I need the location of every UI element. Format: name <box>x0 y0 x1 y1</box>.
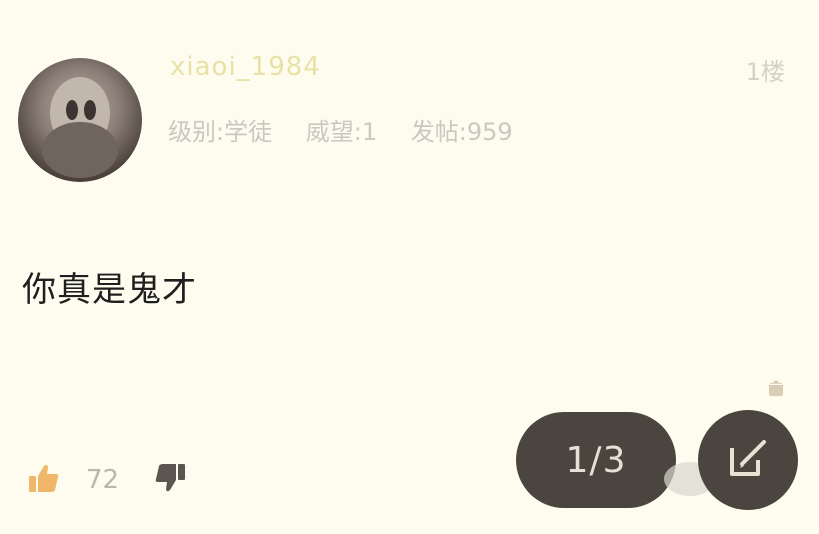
username[interactable]: xiaoi_1984 <box>170 52 321 82</box>
user-post-count: 发帖:959 <box>410 118 513 146</box>
floor-number: 1楼 <box>745 58 785 86</box>
post-content: 你真是鬼才 <box>22 270 197 310</box>
like-count: 72 <box>86 465 120 495</box>
reaction-bar: 72 <box>24 458 191 502</box>
android-icon <box>763 374 789 406</box>
user-reputation: 威望:1 <box>305 118 378 146</box>
user-level: 级别:学徒 <box>168 118 273 146</box>
edit-icon <box>724 434 772 486</box>
edit-button[interactable] <box>698 410 798 510</box>
thumbs-down-icon[interactable] <box>149 458 191 502</box>
user-meta: 级别:学徒 威望:1 发帖:959 <box>168 112 539 147</box>
page-indicator[interactable]: 1/3 <box>516 412 676 508</box>
thumbs-up-icon[interactable] <box>24 458 64 502</box>
device-watermark <box>763 372 789 408</box>
avatar[interactable] <box>18 58 142 182</box>
